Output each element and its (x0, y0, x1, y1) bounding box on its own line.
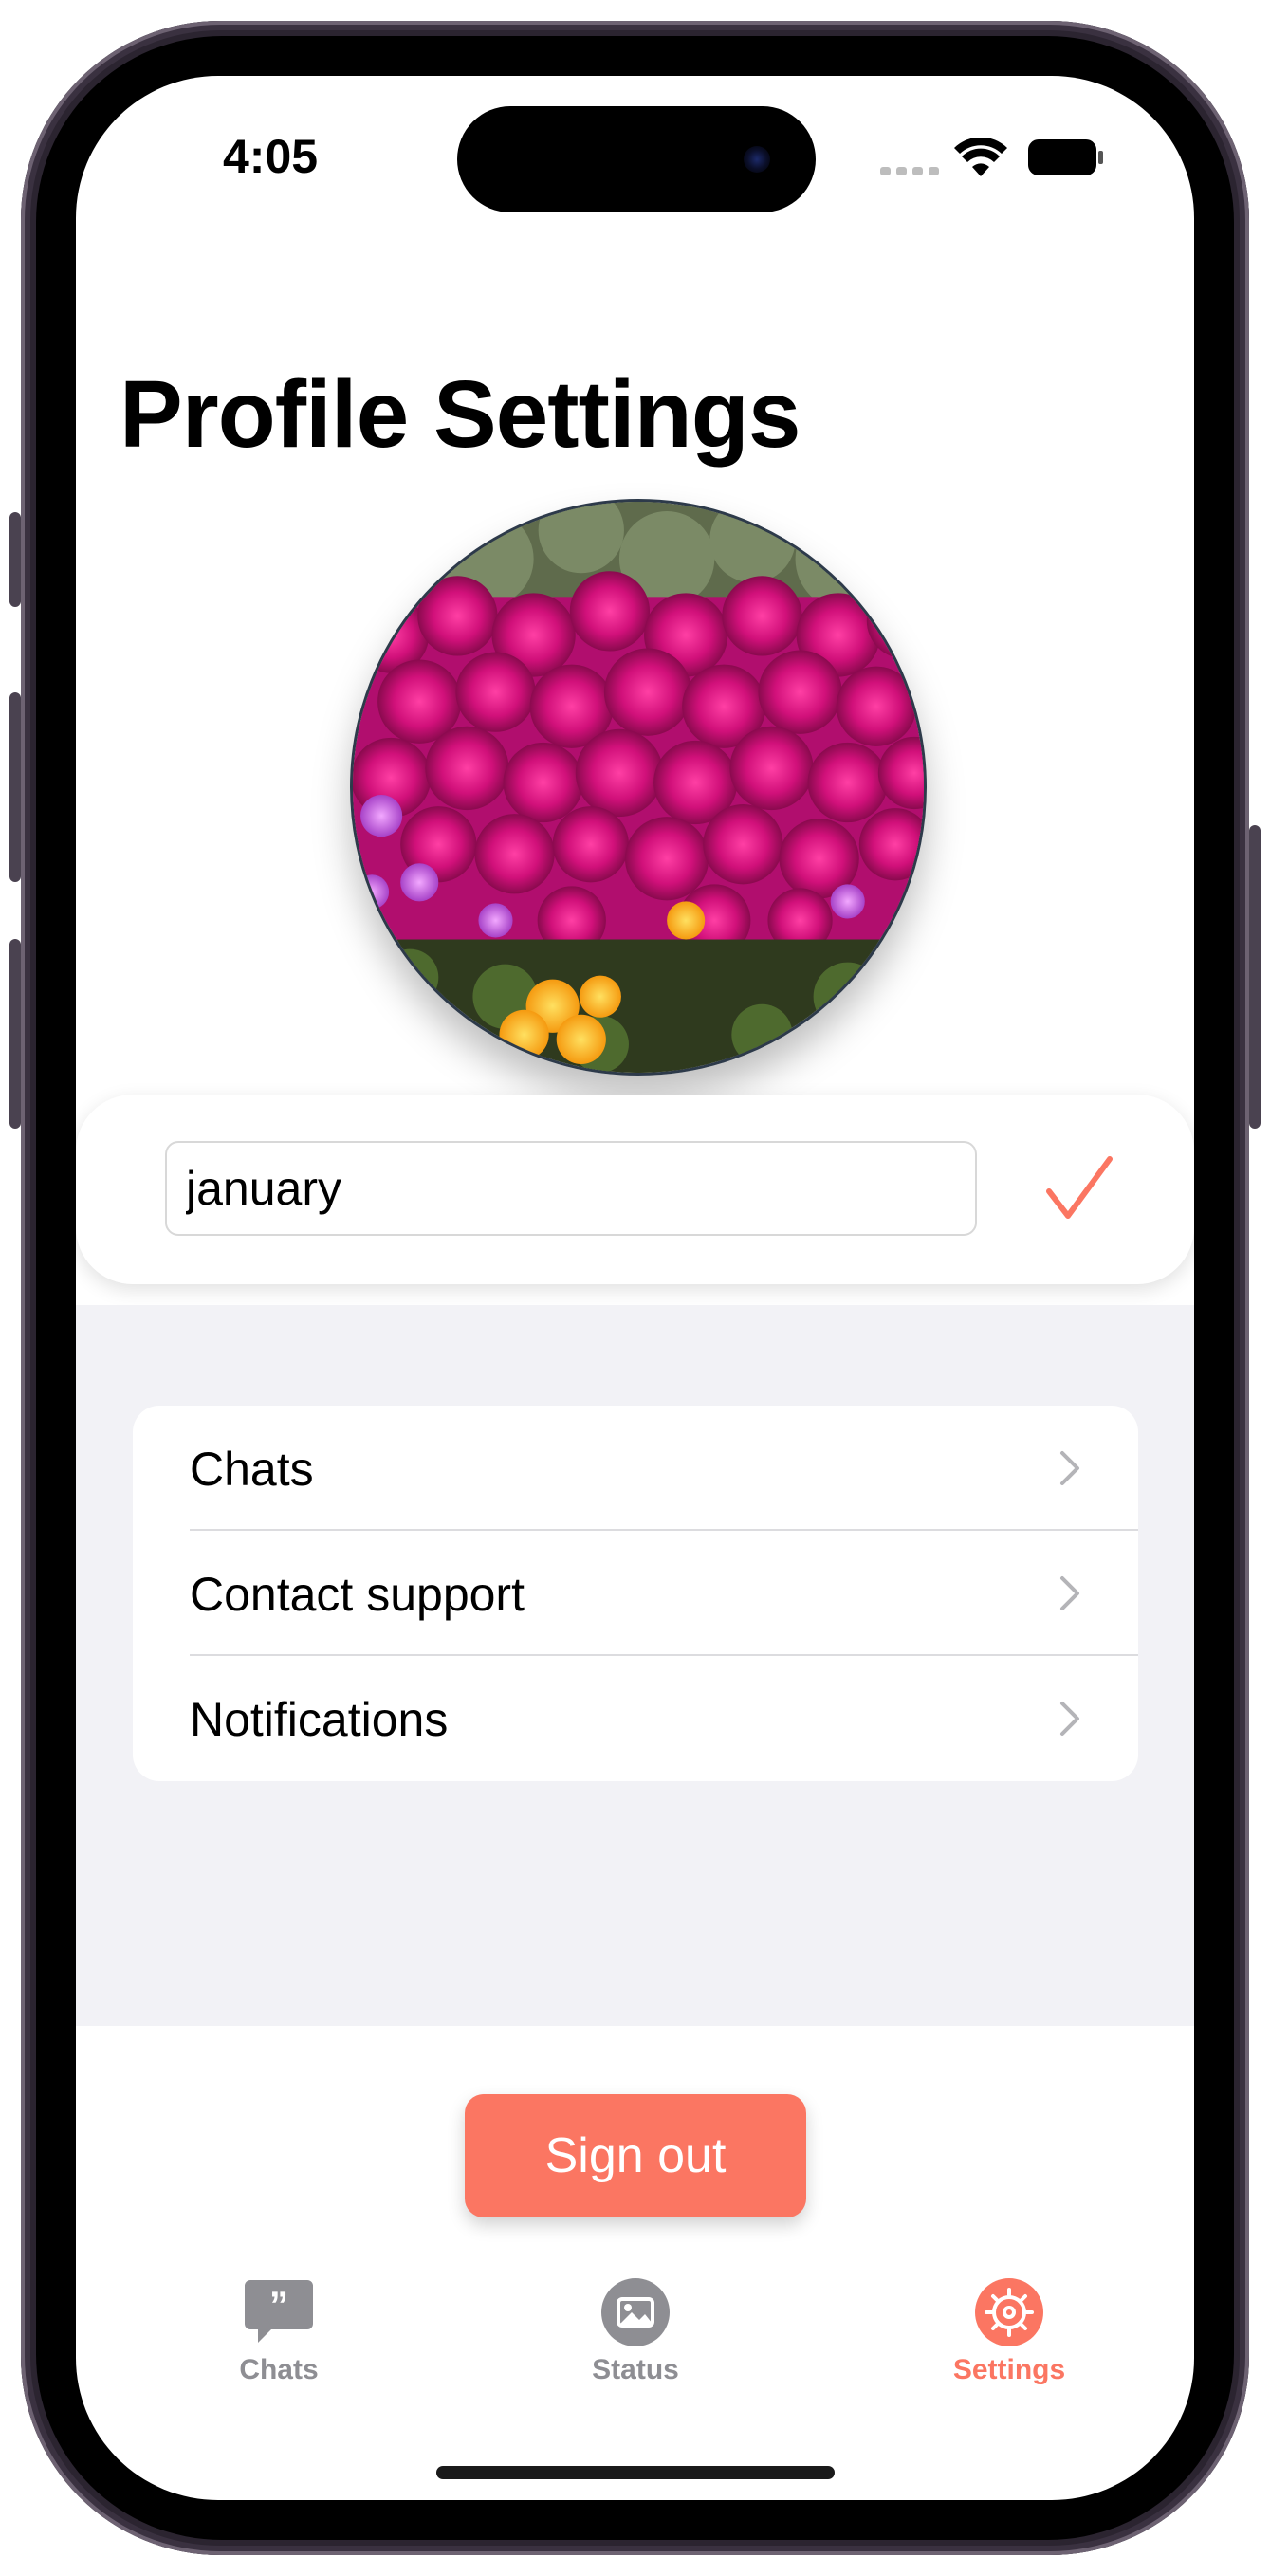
photo-icon (601, 2278, 670, 2346)
action-button (9, 512, 21, 607)
front-camera-icon (744, 146, 770, 173)
chevron-right-icon (1060, 1451, 1079, 1485)
list-item-notifications[interactable]: Notifications (133, 1656, 1138, 1781)
list-item-label: Contact support (190, 1568, 525, 1621)
power-button (1249, 825, 1261, 1129)
chevron-right-icon (1060, 1576, 1079, 1610)
settings-list-section: Chats Contact support Notifications (76, 1305, 1194, 2026)
dynamic-island (457, 106, 816, 212)
list-item-label: Notifications (190, 1693, 449, 1746)
tab-status[interactable]: Status (522, 2276, 749, 2419)
svg-text:”: ” (269, 2285, 288, 2327)
home-indicator[interactable] (436, 2466, 835, 2479)
list-item-label: Chats (190, 1443, 314, 1496)
chevron-right-icon (1060, 1702, 1079, 1736)
cellular-signal-icon (880, 167, 939, 175)
tab-bar: ” Chats Status Settings (76, 2276, 1194, 2438)
volume-down-button (9, 939, 21, 1129)
list-item-contact-support[interactable]: Contact support (133, 1531, 1138, 1656)
display-name-input[interactable] (165, 1141, 977, 1236)
flower-photo (353, 502, 924, 1073)
profile-avatar[interactable] (350, 499, 927, 1076)
tab-label: Chats (239, 2354, 319, 2385)
checkmark-icon[interactable] (1043, 1153, 1115, 1224)
name-card (76, 1095, 1194, 1284)
battery-icon (1028, 139, 1103, 175)
tab-label: Status (592, 2354, 679, 2385)
app-screen: 4:05 Profile Settings january Chats Cont… (76, 76, 1194, 2500)
gear-icon (975, 2278, 1043, 2346)
settings-list: Chats Contact support Notifications (133, 1406, 1138, 1781)
status-time: 4:05 (223, 130, 319, 183)
wifi-icon (954, 138, 1007, 176)
tab-settings[interactable]: Settings (895, 2276, 1123, 2419)
tab-chats[interactable]: ” Chats (165, 2276, 393, 2419)
tab-label: Settings (952, 2354, 1066, 2385)
volume-up-button (9, 692, 21, 882)
chat-bubble-icon: ” (245, 2280, 313, 2343)
sign-out-button[interactable]: Sign out (465, 2094, 806, 2217)
list-item-chats[interactable]: Chats (133, 1406, 1138, 1531)
page-title: Profile Settings (120, 361, 801, 468)
